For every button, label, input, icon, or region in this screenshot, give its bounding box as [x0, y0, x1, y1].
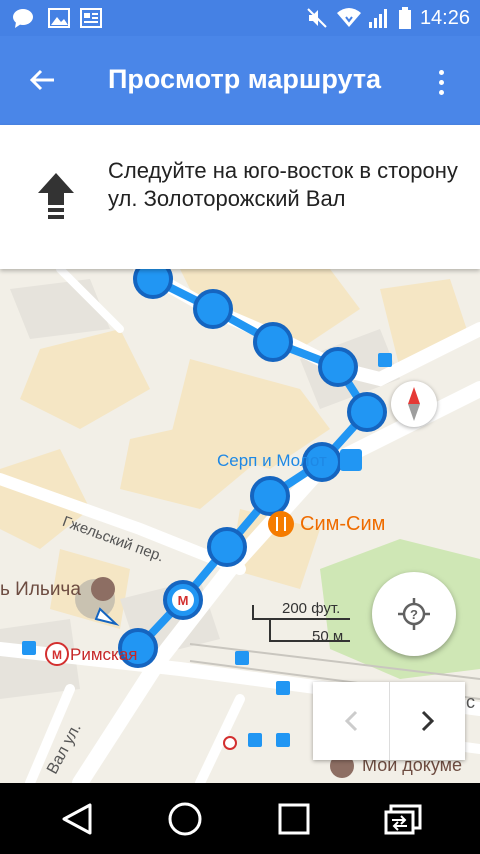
nav-home-button[interactable] [162, 797, 208, 841]
battery-icon [398, 7, 412, 29]
nav-switch-button[interactable] [380, 797, 426, 841]
map-label-sim-sim: Сим-Сим [300, 513, 386, 535]
back-button[interactable] [22, 60, 62, 100]
scale-label-feet: 200 фут. [282, 600, 341, 617]
map-label-ilyicha: ь Ильича [0, 579, 81, 600]
nav-recents-button[interactable] [271, 797, 317, 841]
map-label-rimskaya: Римская [70, 645, 138, 664]
next-step-button[interactable] [389, 682, 465, 760]
arrow-back-icon [29, 69, 54, 91]
nav-back-button[interactable] [54, 797, 100, 841]
system-nav-bar [0, 783, 480, 854]
chat-icon [12, 7, 34, 29]
direction-text: Следуйте на юго-восток в сторону ул. Зол… [108, 158, 458, 211]
compass-icon [408, 387, 420, 421]
compass-button[interactable] [391, 381, 437, 427]
more-vert-icon [438, 69, 444, 75]
signal-icon [368, 7, 390, 29]
map-view[interactable]: M M Серп и Молот Сим-Сим Гжельский пер. … [0, 269, 480, 783]
svg-text:M: M [178, 593, 189, 608]
news-icon [80, 7, 102, 29]
map-label-edge: с [466, 692, 475, 712]
status-bar: 14:26 [0, 0, 480, 36]
wifi-icon [336, 7, 362, 29]
status-time: 14:26 [419, 7, 470, 29]
map-label-serp-i-molot: Серп и Молот [217, 451, 327, 470]
straight-arrow-icon [38, 173, 74, 219]
direction-card[interactable]: Следуйте на юго-восток в сторону ул. Зол… [0, 125, 480, 269]
page-title: Просмотр маршрута [108, 64, 382, 94]
prev-step-button[interactable] [313, 682, 389, 760]
mute-icon [306, 7, 328, 29]
recents-square-icon [278, 803, 310, 835]
home-circle-icon [168, 802, 202, 836]
switch-screen-icon [384, 804, 422, 835]
svg-text:M: M [52, 648, 62, 662]
app-bar: Просмотр маршрута [0, 36, 480, 125]
chevron-right-icon [421, 710, 434, 732]
my-location-button[interactable]: ? [372, 572, 456, 656]
my-location-icon: ? [398, 598, 430, 630]
image-icon [48, 7, 70, 29]
svg-text:?: ? [410, 607, 418, 622]
scale-label-meters: 50 м [312, 628, 344, 645]
back-triangle-icon [62, 803, 92, 835]
chevron-left-icon [344, 710, 358, 732]
more-options-button[interactable] [426, 62, 456, 102]
step-navigation [313, 682, 465, 760]
